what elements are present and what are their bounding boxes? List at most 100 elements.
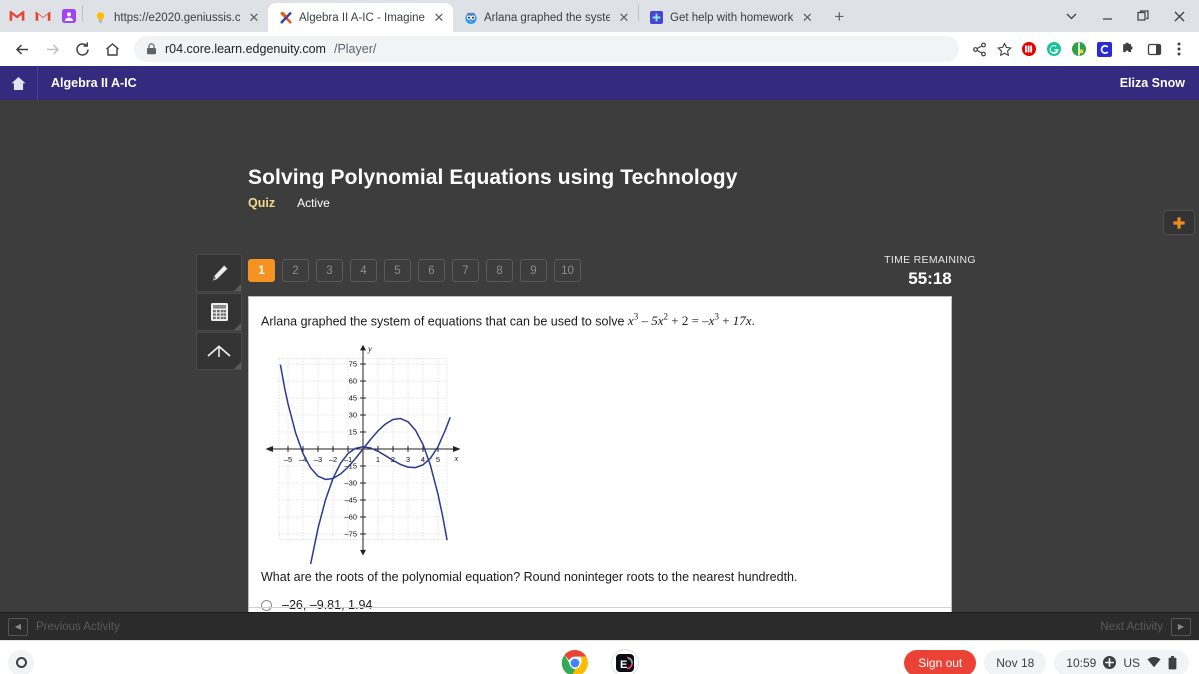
activity-bar: ◀ Previous Activity Next Activity ▶: [0, 612, 1199, 640]
honey-icon[interactable]: [1067, 37, 1091, 61]
minimize-icon[interactable]: [1089, 1, 1125, 31]
activity-type-label: Quiz: [248, 196, 276, 210]
timer: TIME REMAINING 55:18: [830, 254, 1030, 289]
previous-activity-label: Previous Activity: [36, 620, 120, 633]
gmail-icon[interactable]: [30, 0, 56, 32]
status-tray[interactable]: 10:59 US: [1054, 649, 1189, 674]
forward-icon[interactable]: [38, 35, 66, 63]
highlighter-tool[interactable]: [196, 254, 242, 292]
question-stem: Arlana graphed the system of equations t…: [249, 297, 951, 330]
close-icon[interactable]: [1161, 1, 1197, 31]
date-label: Nov 18: [996, 655, 1035, 670]
question-nav-7[interactable]: 7: [452, 259, 479, 282]
system-of-equations-graph: –5 –4 –3 –2 –1 1 2 3 4 57560453015–15–30–45–60–75…: [265, 344, 461, 565]
question-nav-9[interactable]: 9: [520, 259, 547, 282]
svg-text:30: 30: [349, 411, 357, 420]
date-pill[interactable]: Nov 18: [984, 649, 1047, 674]
address-host: r04.core.learn.edgenuity.com: [165, 42, 326, 56]
browser-tab-2[interactable]: Algebra II A-IC - Imagine Edgenu ✕: [268, 3, 453, 32]
accessibility-icon: [1103, 656, 1117, 669]
svg-text:3: 3: [406, 455, 410, 464]
puzzle-extensions-icon[interactable]: [1117, 37, 1141, 61]
grammarly-icon[interactable]: [1042, 37, 1066, 61]
question-nav-8[interactable]: 8: [486, 259, 513, 282]
bulb-icon: [93, 10, 108, 25]
svg-text:45: 45: [349, 394, 357, 403]
pencil-icon: [209, 263, 230, 284]
question-nav-2[interactable]: 2: [282, 259, 309, 282]
launcher-icon: [15, 657, 27, 668]
svg-text:1: 1: [376, 455, 380, 464]
battery-icon: [1168, 655, 1177, 670]
sidepanel-icon[interactable]: [1142, 37, 1166, 61]
address-bar[interactable]: r04.core.learn.edgenuity.com/Player/: [134, 36, 959, 62]
question-stem-text: Arlana graphed the system of equations t…: [261, 314, 625, 329]
user-name[interactable]: Eliza Snow: [1120, 76, 1199, 90]
share-icon[interactable]: [967, 37, 991, 61]
clock-label: 10:59: [1066, 655, 1097, 670]
tab-strip: https://e2020.geniussis.com/FE ✕ Algebra…: [0, 0, 1199, 32]
contacts-icon[interactable]: [56, 0, 82, 32]
equation-expression: x3 – 5x2 + 2 = –x3 + 17x.: [627, 312, 755, 329]
calculator-tool[interactable]: [196, 293, 242, 331]
svg-text:60: 60: [349, 377, 357, 386]
question-nav-5[interactable]: 5: [384, 259, 411, 282]
tool-rail: [196, 254, 242, 371]
next-activity-button[interactable]: ▶: [1171, 617, 1191, 636]
collapse-tool[interactable]: [196, 332, 242, 370]
restore-icon[interactable]: [1125, 1, 1161, 31]
svg-text:–75: –75: [344, 530, 357, 539]
close-icon[interactable]: ✕: [616, 10, 632, 26]
question-nav-3[interactable]: 3: [316, 259, 343, 282]
back-icon[interactable]: [8, 35, 36, 63]
edgenuity-app-icon[interactable]: E: [610, 648, 640, 674]
window-controls: [1053, 0, 1199, 32]
home-button[interactable]: [0, 66, 38, 100]
add-tool-button[interactable]: [1163, 210, 1195, 235]
question-nav-4[interactable]: 4: [350, 259, 377, 282]
bookmark-star-icon[interactable]: [992, 37, 1016, 61]
caret-right-icon: ▶: [1177, 622, 1185, 631]
svg-text:5: 5: [436, 455, 440, 464]
graph-figure: –5 –4 –3 –2 –1 1 2 3 4 5 75 60 45 30 15 –15 –30 –45 –60 –75…: [249, 330, 951, 565]
wifi-icon: [1147, 657, 1161, 668]
home-icon[interactable]: [98, 35, 126, 63]
question-nav-10[interactable]: 10: [554, 259, 581, 282]
question-nav-6[interactable]: 6: [418, 259, 445, 282]
browser-tab-1[interactable]: https://e2020.geniussis.com/FE ✕: [83, 3, 268, 32]
kebab-menu-icon[interactable]: [1167, 37, 1191, 61]
launcher-button[interactable]: [8, 649, 34, 674]
question-navigator: 1 2 3 4 5 6 7 8 9 10: [248, 259, 581, 282]
question-nav-1[interactable]: 1: [248, 259, 275, 282]
previous-activity-button[interactable]: ◀: [8, 617, 28, 636]
browser-tab-4[interactable]: Get help with homework ✕: [639, 3, 822, 32]
browser-toolbar: r04.core.learn.edgenuity.com/Player/: [0, 32, 1199, 66]
close-icon[interactable]: ✕: [431, 10, 447, 26]
svg-text:–30: –30: [344, 479, 357, 488]
svg-text:75: 75: [349, 360, 357, 369]
gmail-icon[interactable]: [4, 0, 30, 32]
close-icon[interactable]: ✕: [799, 10, 815, 26]
sign-out-button[interactable]: Sign out: [904, 649, 977, 674]
svg-text:–2: –2: [329, 455, 337, 464]
tab-search-chevron-down-icon[interactable]: [1053, 1, 1089, 31]
activity-meta: Quiz Active: [248, 196, 330, 210]
svg-text:15: 15: [349, 428, 357, 437]
close-icon[interactable]: ✕: [246, 10, 262, 26]
pinned-shortcuts: [4, 0, 83, 32]
c-extension-icon[interactable]: [1092, 37, 1116, 61]
locale-label: US: [1123, 655, 1140, 670]
extension-icons: [967, 37, 1191, 61]
chevron-up-icon: [206, 343, 232, 359]
svg-text:–45: –45: [344, 496, 357, 505]
browser-tab-3[interactable]: Arlana graphed the system of eq ✕: [453, 3, 638, 32]
lock-icon: [146, 43, 157, 55]
system-shelf: E Sign out Nov 18 10:59 US: [0, 640, 1199, 674]
new-tab-button[interactable]: +: [825, 3, 853, 31]
adblock-icon[interactable]: [1017, 37, 1041, 61]
chrome-app-icon[interactable]: [560, 648, 590, 674]
edgenuity-page: Algebra II A-IC Eliza Snow Solving Polyn…: [0, 66, 1199, 652]
activity-state-label: Active: [297, 196, 330, 210]
page-title: Solving Polynomial Equations using Techn…: [248, 166, 738, 189]
reload-icon[interactable]: [68, 35, 96, 63]
